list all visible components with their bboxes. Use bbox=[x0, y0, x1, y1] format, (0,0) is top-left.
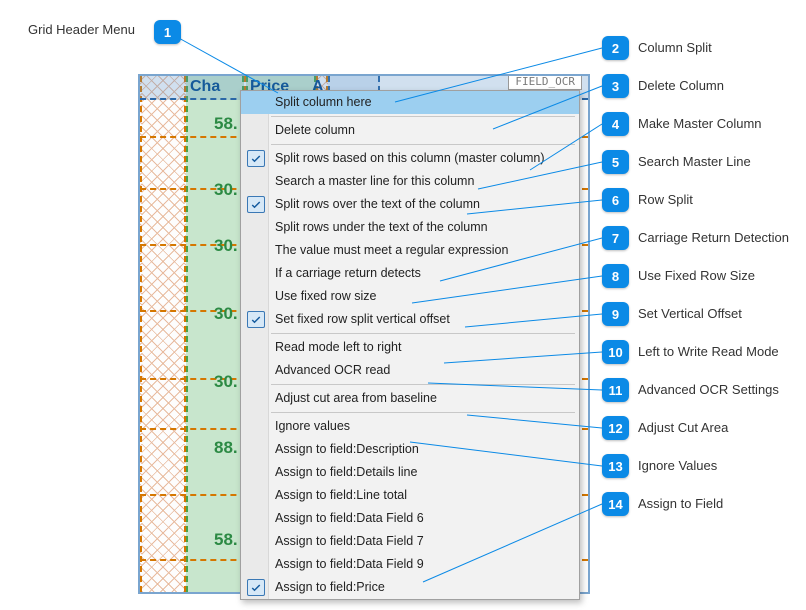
grid-cell-value: 30. bbox=[214, 180, 238, 200]
menu-item-regex[interactable]: The value must meet a regular expression bbox=[241, 239, 579, 262]
menu-item-label: Delete column bbox=[275, 123, 355, 137]
menu-separator bbox=[271, 384, 575, 385]
check-icon bbox=[247, 196, 265, 213]
menu-item-label: Assign to field:Data Field 7 bbox=[275, 534, 424, 548]
callout-label-4: Make Master Column bbox=[638, 116, 762, 131]
callout-bubble-14: 14 bbox=[602, 492, 629, 516]
menu-item-adjust-cut-area[interactable]: Adjust cut area from baseline bbox=[241, 387, 579, 410]
menu-item-use-fixed-row-size[interactable]: Use fixed row size bbox=[241, 285, 579, 308]
menu-item-label: Assign to field:Details line bbox=[275, 465, 417, 479]
grid-cell-value: 58. bbox=[214, 114, 238, 134]
menu-separator bbox=[271, 144, 575, 145]
menu-separator bbox=[271, 333, 575, 334]
menu-item-label: Assign to field:Data Field 6 bbox=[275, 511, 424, 525]
menu-item-label: Adjust cut area from baseline bbox=[275, 391, 437, 405]
menu-item-search-master-line[interactable]: Search a master line for this column bbox=[241, 170, 579, 193]
callout-bubble-1: 1 bbox=[154, 20, 181, 44]
menu-item-assign-field-data9[interactable]: Assign to field:Data Field 9 bbox=[241, 553, 579, 576]
menu-item-label: Read mode left to right bbox=[275, 340, 401, 354]
menu-item-advanced-ocr[interactable]: Advanced OCR read bbox=[241, 359, 579, 382]
callout-label-12: Adjust Cut Area bbox=[638, 420, 728, 435]
callout-label-7: Carriage Return Detection bbox=[638, 230, 789, 245]
callout-bubble-8: 8 bbox=[602, 264, 629, 288]
grid-cell-value: 88. bbox=[214, 438, 238, 458]
menu-item-ignore-values[interactable]: Ignore values bbox=[241, 415, 579, 438]
menu-item-assign-field-price[interactable]: Assign to field:Price bbox=[241, 576, 579, 599]
menu-item-read-mode-ltr[interactable]: Read mode left to right bbox=[241, 336, 579, 359]
menu-item-label: Ignore values bbox=[275, 419, 350, 433]
check-icon bbox=[247, 579, 265, 596]
callout-bubble-7: 7 bbox=[602, 226, 629, 250]
menu-item-assign-field-data7[interactable]: Assign to field:Data Field 7 bbox=[241, 530, 579, 553]
menu-item-label: Assign to field:Line total bbox=[275, 488, 407, 502]
menu-item-master-column[interactable]: Split rows based on this column (master … bbox=[241, 147, 579, 170]
ocr-field-badge: FIELD_OCR bbox=[508, 74, 582, 90]
menu-item-carriage-return[interactable]: If a carriage return detects bbox=[241, 262, 579, 285]
menu-item-label: If a carriage return detects bbox=[275, 266, 421, 280]
menu-item-label: Split rows under the text of the column bbox=[275, 220, 488, 234]
menu-item-label: Advanced OCR read bbox=[275, 363, 390, 377]
callout-label-3: Delete Column bbox=[638, 78, 724, 93]
grid-cell-value: 30. bbox=[214, 304, 238, 324]
callout-bubble-12: 12 bbox=[602, 416, 629, 440]
menu-item-label: Search a master line for this column bbox=[275, 174, 474, 188]
callout-bubble-3: 3 bbox=[602, 74, 629, 98]
callout-bubble-4: 4 bbox=[602, 112, 629, 136]
grid-header-context-menu: Split column here Delete column Split ro… bbox=[240, 90, 580, 600]
menu-item-label: Split rows based on this column (master … bbox=[275, 151, 545, 165]
grid-column-header-cha[interactable]: Cha bbox=[190, 78, 220, 96]
menu-item-split-column-here[interactable]: Split column here bbox=[241, 91, 579, 114]
callout-label-13: Ignore Values bbox=[638, 458, 717, 473]
menu-separator bbox=[271, 412, 575, 413]
callout-label-14: Assign to Field bbox=[638, 496, 723, 511]
menu-item-delete-column[interactable]: Delete column bbox=[241, 119, 579, 142]
menu-item-assign-field-line-total[interactable]: Assign to field:Line total bbox=[241, 484, 579, 507]
grid-cell-value: 30. bbox=[214, 372, 238, 392]
menu-item-split-rows-over-text[interactable]: Split rows over the text of the column bbox=[241, 193, 579, 216]
menu-item-set-fixed-vertical-offset[interactable]: Set fixed row split vertical offset bbox=[241, 308, 579, 331]
menu-separator bbox=[271, 116, 575, 117]
menu-item-label: Split rows over the text of the column bbox=[275, 197, 480, 211]
menu-item-assign-field-details-line[interactable]: Assign to field:Details line bbox=[241, 461, 579, 484]
callout-bubble-9: 9 bbox=[602, 302, 629, 326]
menu-item-label: Set fixed row split vertical offset bbox=[275, 312, 450, 326]
menu-item-label: Use fixed row size bbox=[275, 289, 376, 303]
menu-item-label: The value must meet a regular expression bbox=[275, 243, 508, 257]
callout-bubble-2: 2 bbox=[602, 36, 629, 60]
menu-item-label: Assign to field:Description bbox=[275, 442, 419, 456]
callout-label-1: Grid Header Menu bbox=[28, 22, 135, 37]
grid-col-hatched-left bbox=[140, 76, 186, 592]
check-icon bbox=[247, 150, 265, 167]
callout-label-10: Left to Write Read Mode bbox=[638, 344, 779, 359]
callout-label-9: Set Vertical Offset bbox=[638, 306, 742, 321]
menu-item-assign-field-description[interactable]: Assign to field:Description bbox=[241, 438, 579, 461]
menu-item-split-rows-under-text[interactable]: Split rows under the text of the column bbox=[241, 216, 579, 239]
grid-col-green-1[interactable] bbox=[186, 76, 244, 592]
callout-label-11: Advanced OCR Settings bbox=[638, 382, 779, 397]
callout-label-2: Column Split bbox=[638, 40, 712, 55]
menu-item-label: Assign to field:Data Field 9 bbox=[275, 557, 424, 571]
menu-item-label: Split column here bbox=[275, 95, 372, 109]
menu-item-label: Assign to field:Price bbox=[275, 580, 385, 594]
callout-label-8: Use Fixed Row Size bbox=[638, 268, 755, 283]
grid-cell-value: 58. bbox=[214, 530, 238, 550]
callout-bubble-11: 11 bbox=[602, 378, 629, 402]
check-icon bbox=[247, 311, 265, 328]
grid-cell-value: 30. bbox=[214, 236, 238, 256]
callout-bubble-13: 13 bbox=[602, 454, 629, 478]
callout-bubble-10: 10 bbox=[602, 340, 629, 364]
callout-label-5: Search Master Line bbox=[638, 154, 751, 169]
callout-bubble-6: 6 bbox=[602, 188, 629, 212]
menu-item-assign-field-data6[interactable]: Assign to field:Data Field 6 bbox=[241, 507, 579, 530]
callout-bubble-5: 5 bbox=[602, 150, 629, 174]
callout-label-6: Row Split bbox=[638, 192, 693, 207]
